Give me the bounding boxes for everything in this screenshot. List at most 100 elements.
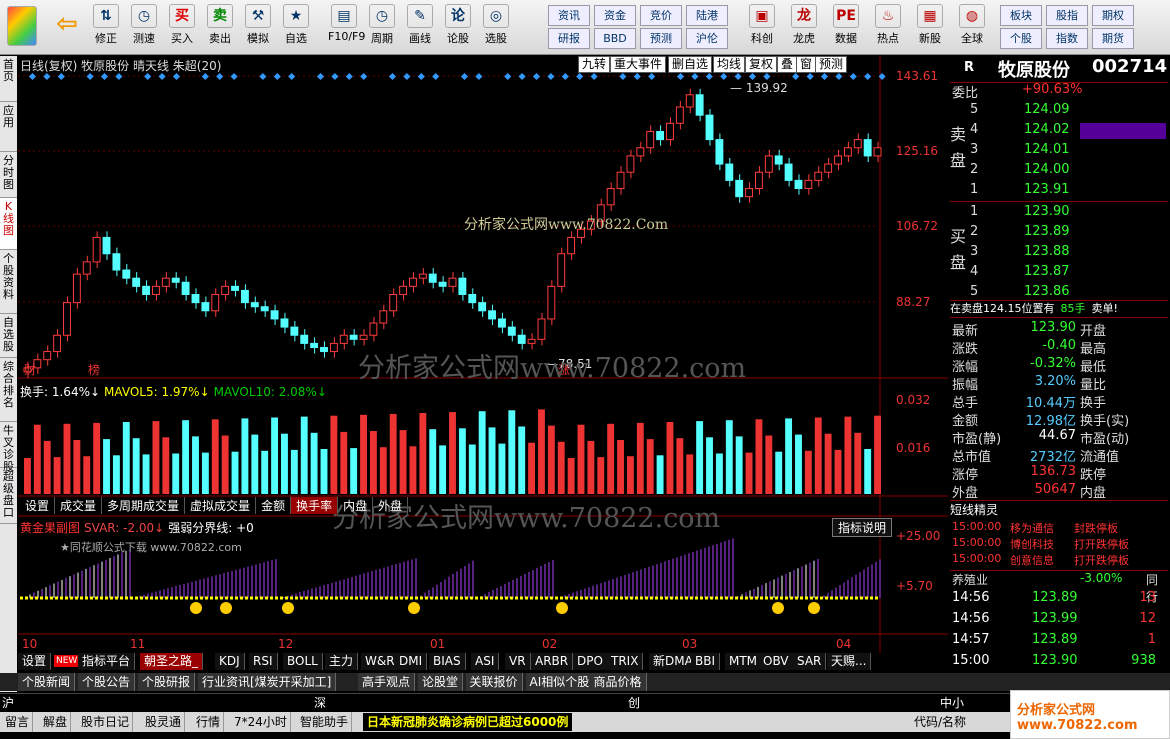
buy-price[interactable]: 123.88 [1024, 244, 1070, 259]
indicator-tab[interactable]: BIAS [429, 653, 466, 670]
sidebar-tab[interactable]: 超级盘口 [0, 468, 17, 524]
toolbar-right-button-1[interactable]: 龙龙虎 [786, 2, 822, 52]
indicator-tab[interactable]: 天赐... [827, 653, 872, 670]
chart-tab[interactable]: 九转 [578, 56, 611, 73]
kline-chart-area[interactable]: 143.61 125.16 106.72 88.27— 139.92 —78.51 财榜涨… [18, 56, 948, 656]
sidebar-tab[interactable]: 分时图 [0, 152, 17, 198]
status-item[interactable]: 7*24小时 [231, 712, 291, 732]
sub-tab[interactable]: 换手率 [291, 497, 339, 514]
chart-tab[interactable]: 删自选 [668, 56, 713, 73]
chart-tab[interactable]: 复权 [745, 56, 778, 73]
sidebar-tab[interactable]: 综合排名 [0, 358, 17, 422]
toolbar-button-0[interactable]: ⇅ 修正 [90, 2, 122, 52]
sell-price[interactable]: 124.09 [1024, 102, 1070, 117]
code-search[interactable]: 代码/名称 [914, 712, 966, 732]
sidebar-tab[interactable]: 应用 [0, 102, 17, 152]
toolbar-button-8[interactable]: ✎ 画线 [404, 2, 436, 52]
news-tab[interactable]: 关联报价 [465, 673, 523, 691]
news-tab[interactable]: 商品价格 [589, 673, 647, 691]
chart-tab[interactable]: 叠 [777, 56, 798, 73]
sub-tab[interactable]: 内盘 [338, 497, 374, 514]
indicator-tab[interactable]: 朝圣之路_ [140, 653, 204, 670]
index-label[interactable]: 中小 [940, 694, 964, 712]
toolbar-button-6[interactable]: ▤ F10/F9 [328, 2, 365, 52]
status-item[interactable]: 股灵通 [142, 712, 186, 732]
sell-price[interactable]: 124.01 [1024, 142, 1070, 157]
indicator-tab[interactable]: ARBR [531, 653, 574, 670]
indicator-tab[interactable]: OBV [759, 653, 794, 670]
status-item[interactable]: 股市日记 [78, 712, 134, 732]
buy-price[interactable]: 123.87 [1024, 264, 1070, 279]
indicator-tab[interactable]: TRIX [607, 653, 644, 670]
toolbar-small-button[interactable]: 资金 [594, 5, 636, 26]
toolbar-small-button[interactable]: 资讯 [548, 5, 590, 26]
indicator-tab[interactable]: MTM [725, 653, 763, 670]
sub-tab[interactable]: 设置 [20, 497, 56, 514]
indicator-explain-button[interactable]: 指标说明 [832, 518, 893, 537]
chart-tab[interactable]: 预测 [815, 56, 848, 73]
news-ticker[interactable]: 日本新冠肺炎确诊病例已超过6000例 [363, 713, 573, 731]
toolbar-small-button[interactable]: BBD [594, 28, 636, 49]
index-label[interactable]: 沪 [2, 694, 14, 712]
news-tab[interactable]: 个股公告 [78, 673, 136, 691]
toolbar-small-button[interactable]: 期货 [1092, 28, 1134, 49]
toolbar-small-button[interactable]: 指数 [1046, 28, 1088, 49]
toolbar-small-button[interactable]: 竞价 [640, 5, 682, 26]
toolbar-small-button[interactable]: 板块 [1000, 5, 1042, 26]
status-item[interactable]: 智能助手 [297, 712, 353, 732]
toolbar-small-button[interactable]: 沪伦 [686, 28, 728, 49]
toolbar-right-button-3[interactable]: ♨ 热点 [870, 2, 906, 52]
indicator-tab[interactable]: DMI [395, 653, 428, 670]
toolbar-button-2[interactable]: 买买入 [166, 2, 198, 52]
sell-price[interactable]: 124.02 [1024, 122, 1070, 137]
toolbar-right-button-4[interactable]: ▦ 新股 [912, 2, 948, 52]
sub-tab[interactable]: 虚拟成交量 [185, 497, 257, 514]
elf-stock[interactable]: 创意信息 [1010, 552, 1054, 568]
toolbar-button-7[interactable]: ◷ 周期 [366, 2, 398, 52]
sub-tab[interactable]: 外盘 [373, 497, 409, 514]
indicator-tab[interactable]: 指标平台 [78, 653, 136, 670]
indicator-tab[interactable]: 主力 [325, 653, 359, 670]
toolbar-small-button[interactable]: 陆港 [686, 5, 728, 26]
elf-stock[interactable]: 移为通信 [1010, 520, 1054, 536]
news-tab[interactable]: 个股新闻 [18, 673, 76, 691]
toolbar-button-9[interactable]: 论论股 [442, 2, 474, 52]
chart-tab[interactable]: 均线 [713, 56, 746, 73]
toolbar-button-4[interactable]: ⚒ 模拟 [242, 2, 274, 52]
buy-price[interactable]: 123.89 [1024, 224, 1070, 239]
industry-name[interactable]: 养殖业 [952, 571, 988, 588]
buy-price[interactable]: 123.90 [1024, 204, 1070, 219]
elf-stock[interactable]: 博创科技 [1010, 536, 1054, 552]
index-label[interactable]: 深 [314, 694, 326, 712]
news-tab[interactable]: 个股研报 [138, 673, 196, 691]
app-logo-icon[interactable] [4, 2, 40, 52]
toolbar-right-button-2[interactable]: PE 数据 [828, 2, 864, 52]
news-tab[interactable]: 高手观点 [358, 673, 416, 691]
sidebar-tab[interactable]: K线图 [0, 198, 17, 250]
indicator-tab[interactable]: VR [505, 653, 531, 670]
indicator-tab[interactable]: SAR [793, 653, 827, 670]
toolbar-small-button[interactable]: 研报 [548, 28, 590, 49]
sidebar-tab[interactable]: 牛叉诊股 [0, 422, 17, 473]
news-tab[interactable]: 论股堂 [418, 673, 464, 691]
sidebar-tab[interactable]: 个股资料 [0, 250, 17, 314]
index-label[interactable]: 创 [628, 694, 640, 712]
toolbar-small-button[interactable]: 期权 [1092, 5, 1134, 26]
indicator-tab[interactable]: DPO [573, 653, 608, 670]
sub-tab[interactable]: 金额 [256, 497, 292, 514]
toolbar-button-10[interactable]: ◎ 选股 [480, 2, 512, 52]
indicator-tab[interactable]: 设置 [18, 653, 52, 670]
indicator-tab[interactable]: W&R [361, 653, 400, 670]
news-tab[interactable]: 行业资讯[煤炭开采加工] [198, 673, 337, 691]
news-tab[interactable]: AI相似个股 [525, 673, 595, 691]
indicator-tab[interactable]: ASI [471, 653, 500, 670]
indicator-tab[interactable]: BBI [691, 653, 721, 670]
buy-price[interactable]: 123.86 [1024, 284, 1070, 299]
indicator-tab[interactable]: BOLL [283, 653, 323, 670]
indicator-tab[interactable]: KDJ [215, 653, 245, 670]
toolbar-small-button[interactable]: 个股 [1000, 28, 1042, 49]
back-button[interactable]: ⇦ [50, 2, 84, 52]
toolbar-button-5[interactable]: ★ 自选 [280, 2, 312, 52]
sub-tab[interactable]: 成交量 [55, 497, 103, 514]
toolbar-small-button[interactable]: 股指 [1046, 5, 1088, 26]
